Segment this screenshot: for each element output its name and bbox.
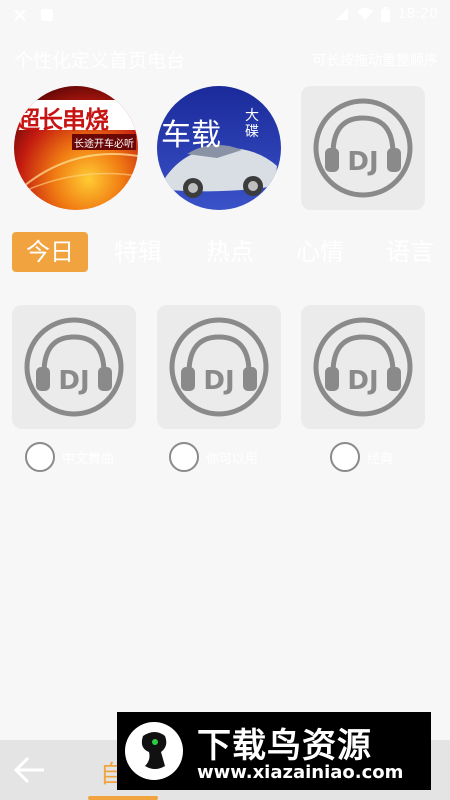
page-title: 个性化定义首页电台 bbox=[14, 50, 186, 72]
dj-headphones-icon: DJ bbox=[24, 317, 124, 417]
app-notification-icon bbox=[41, 9, 53, 21]
tab-today[interactable]: 今日 bbox=[12, 232, 88, 272]
dj-text: DJ bbox=[203, 366, 234, 396]
status-time: 18:20 bbox=[397, 6, 438, 22]
car-cover-title: 车载 bbox=[161, 118, 221, 153]
dj-text: DJ bbox=[347, 366, 378, 396]
watermark-logo bbox=[125, 722, 183, 780]
select-radio-2[interactable] bbox=[169, 442, 199, 472]
watermark-text: 下载鸟资源 bbox=[197, 726, 372, 766]
category-tabs: 今日 特辑 热点 心情 语言 bbox=[0, 230, 450, 274]
select-radio-3[interactable] bbox=[330, 442, 360, 472]
grid-tile-3[interactable]: DJ bbox=[301, 305, 425, 429]
grid-item-label-3: 经典 bbox=[367, 452, 394, 467]
medley-cover-title: 超长串烧 bbox=[16, 106, 109, 134]
watermark-url: www.xiazainiao.com bbox=[197, 762, 404, 783]
dj-text: DJ bbox=[58, 366, 89, 396]
tab-mood[interactable]: 心情 bbox=[296, 232, 344, 272]
notification-icon bbox=[14, 9, 26, 21]
signal-icon bbox=[335, 8, 348, 20]
car-cover-side-text: 大碟 bbox=[245, 108, 259, 140]
tab-specials[interactable]: 特辑 bbox=[114, 232, 162, 272]
station-tile-dj-placeholder[interactable]: DJ bbox=[301, 86, 425, 210]
dj-text: DJ bbox=[347, 147, 378, 177]
dj-headphones-icon: DJ bbox=[313, 317, 413, 417]
tab-language[interactable]: 语言 bbox=[386, 232, 434, 272]
watermark-banner: 下载鸟资源 www.xiazainiao.com bbox=[117, 712, 431, 790]
grid-tile-1[interactable]: DJ bbox=[12, 305, 136, 429]
status-bar: 18:20 bbox=[0, 0, 450, 32]
dj-headphones-icon: DJ bbox=[313, 98, 413, 198]
drag-hint: 可长按拖动重整顺序 bbox=[312, 53, 438, 69]
dj-headphones-icon: DJ bbox=[169, 317, 269, 417]
wifi-icon bbox=[356, 8, 373, 20]
station-cover-car-album[interactable]: 车载 大碟 bbox=[157, 86, 281, 210]
bird-logo-icon bbox=[141, 732, 167, 769]
page-header: 个性化定义首页电台 可长按拖动重整顺序 bbox=[0, 42, 450, 74]
battery-icon bbox=[380, 6, 390, 22]
grid-tile-2[interactable]: DJ bbox=[157, 305, 281, 429]
grid-item-label-1: 中文舞曲 bbox=[62, 452, 115, 467]
back-arrow-icon[interactable] bbox=[10, 750, 50, 790]
select-radio-1[interactable] bbox=[25, 442, 55, 472]
active-indicator bbox=[88, 796, 158, 800]
tab-hot[interactable]: 热点 bbox=[206, 232, 254, 272]
station-cover-medley[interactable]: 超长串烧 长途开车必听 bbox=[14, 86, 138, 210]
medley-cover-subtitle: 长途开车必听 bbox=[74, 139, 134, 150]
grid-item-label-2: 你可以用 bbox=[206, 452, 259, 467]
